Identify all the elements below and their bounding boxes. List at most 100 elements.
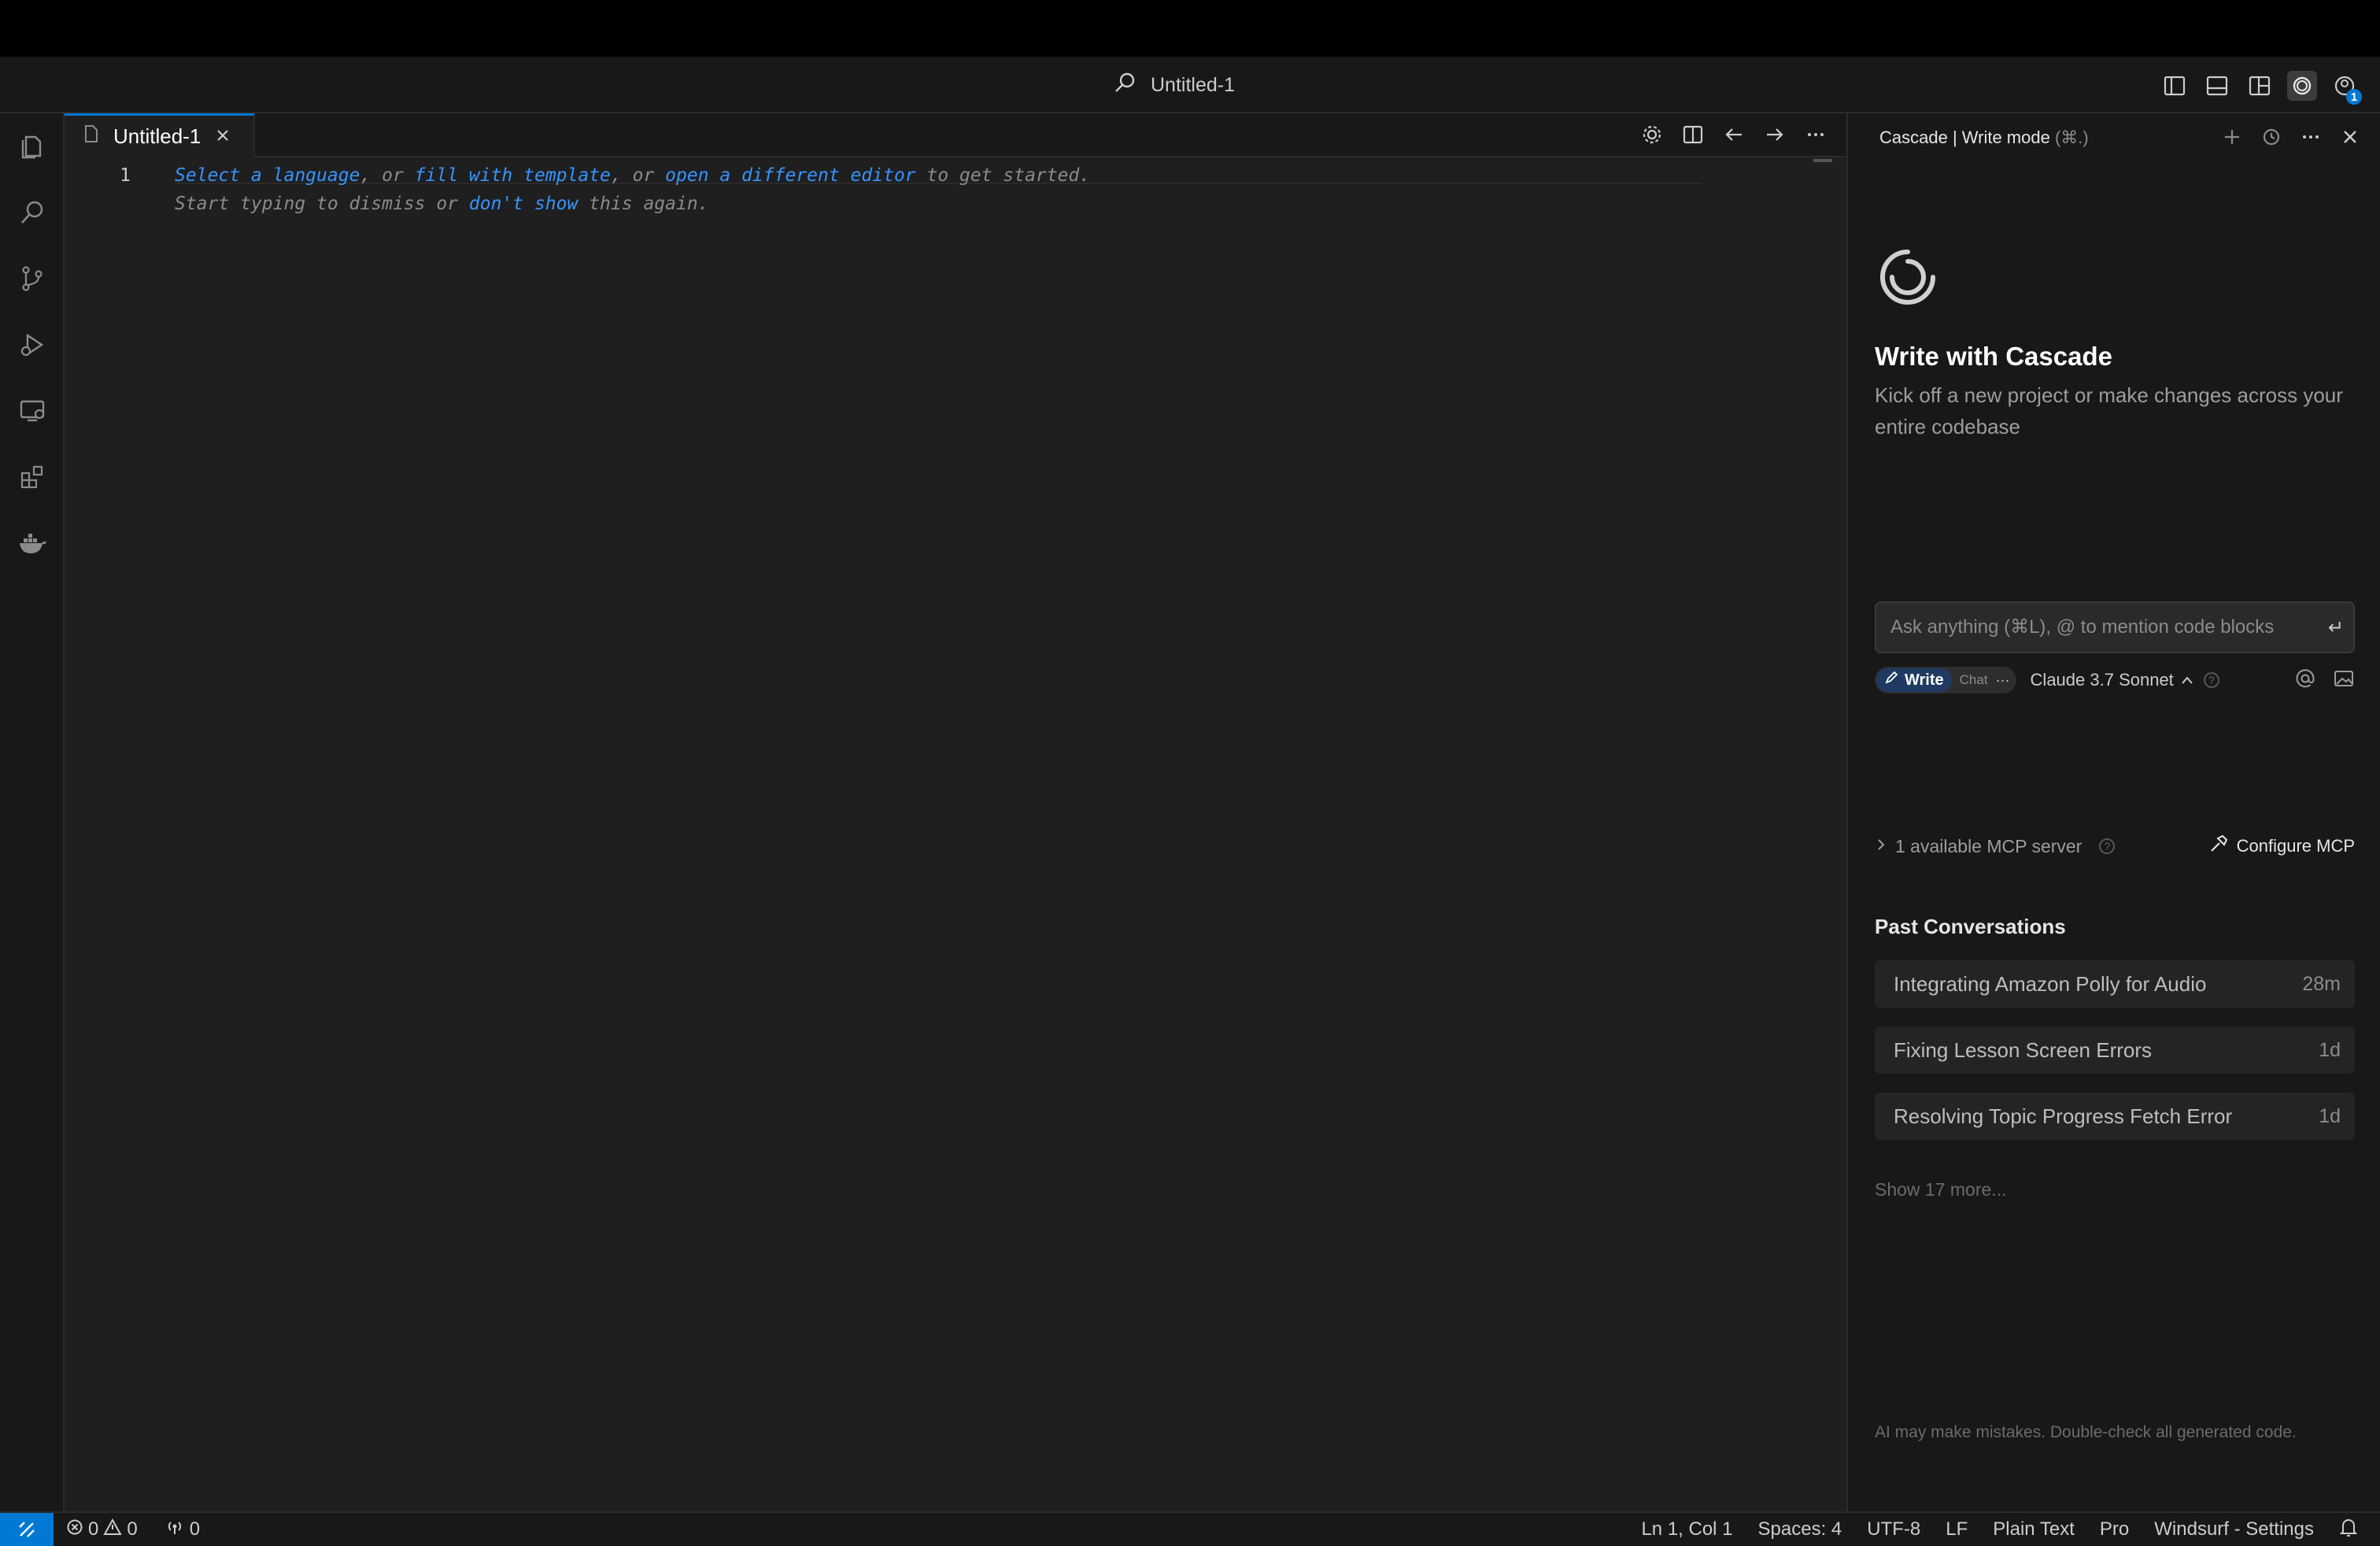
ask-input[interactable] — [1876, 616, 2319, 639]
more-actions-icon[interactable] — [1802, 121, 1829, 148]
ask-box: ↵ — [1875, 601, 2355, 653]
cascade-header-shortcut: (⌘.) — [2054, 128, 2089, 147]
broadcast-icon — [164, 1518, 185, 1541]
editor-area: Untitled-1 1 Select a language , or fill… — [65, 113, 1846, 1511]
language-mode[interactable]: Plain Text — [1993, 1518, 2075, 1540]
more-icon[interactable] — [2298, 124, 2323, 150]
image-upload-icon[interactable] — [2333, 668, 2355, 693]
cascade-subtitle: Kick off a new project or make changes a… — [1875, 383, 2343, 438]
file-icon — [83, 124, 99, 149]
cascade-logo-icon — [1876, 246, 1939, 313]
past-conversations-title: Past Conversations — [1875, 915, 2066, 938]
arrow-left-icon[interactable] — [1720, 121, 1747, 148]
close-icon[interactable] — [2338, 124, 2363, 150]
warning-count: 0 — [127, 1518, 138, 1540]
split-editor-icon[interactable] — [1680, 121, 1706, 148]
run-debug-icon[interactable] — [15, 327, 50, 362]
error-count: 0 — [88, 1518, 99, 1540]
bell-icon[interactable] — [2339, 1517, 2358, 1543]
hint-text: this again. — [578, 194, 709, 214]
conversation-item[interactable]: Integrating Amazon Polly for Audio 28m — [1875, 960, 2355, 1008]
cursor-position[interactable]: Ln 1, Col 1 — [1641, 1518, 1732, 1540]
toggle-primary-sidebar-icon[interactable] — [2160, 71, 2190, 101]
cascade-icon[interactable] — [2287, 71, 2317, 101]
enter-icon[interactable]: ↵ — [2319, 616, 2353, 639]
model-selector[interactable]: Claude 3.7 Sonnet — [2031, 670, 2194, 690]
command-center[interactable]: Untitled-1 — [1113, 71, 1235, 99]
status-bar: 0 0 0 Ln 1, Col 1 Spaces: 4 UTF-8 LF Pla… — [0, 1511, 2380, 1546]
mcp-row: 1 available MCP server ? Configure MCP — [1875, 833, 2355, 860]
hint-text: Start typing to dismiss or — [175, 194, 469, 214]
cascade-panel: Cascade | Write mode (⌘.) Write with Cas… — [1846, 113, 2380, 1511]
model-help-icon[interactable]: ? — [2203, 672, 2219, 688]
docker-icon[interactable] — [15, 526, 50, 560]
encoding[interactable]: UTF-8 — [1867, 1518, 1920, 1540]
arrow-right-icon[interactable] — [1761, 121, 1788, 148]
activity-bar — [0, 113, 65, 1511]
empty-editor-hint-line-1: Select a language, or fill with template… — [175, 162, 1090, 189]
warning-icon — [103, 1518, 123, 1541]
conversation-title: Resolving Topic Progress Fetch Error — [1894, 1104, 2233, 1128]
search-icon[interactable] — [15, 195, 50, 230]
extensions-icon[interactable] — [15, 460, 50, 494]
ports-indicator[interactable]: 0 — [164, 1518, 200, 1541]
hint-text: , or — [360, 165, 415, 186]
conversation-title: Fixing Lesson Screen Errors — [1894, 1037, 2153, 1062]
tab-bar: Untitled-1 — [65, 113, 1846, 157]
account-icon[interactable]: 1 — [2330, 71, 2362, 105]
tab-untitled-1[interactable]: Untitled-1 — [65, 113, 255, 157]
select-language-link[interactable]: Select a language — [175, 165, 360, 186]
edit-icon — [1884, 671, 1898, 690]
cascade-header-title: Cascade | Write mode — [1879, 128, 2050, 147]
remote-indicator-icon[interactable] — [0, 1513, 54, 1546]
mode-toggle: Write Chat ··· — [1875, 667, 2016, 693]
history-icon[interactable] — [2259, 124, 2284, 150]
dont-show-link[interactable]: don't show — [469, 194, 578, 214]
empty-editor-hint-line-2: Start typing to dismiss or don't show th… — [175, 190, 709, 217]
fill-template-link[interactable]: fill with template — [415, 165, 611, 186]
line-number: 1 — [120, 165, 131, 186]
conversation-item[interactable]: Fixing Lesson Screen Errors 1d — [1875, 1026, 2355, 1074]
remote-explorer-icon[interactable] — [15, 394, 50, 428]
chevron-up-icon — [2180, 670, 2194, 690]
write-mode-label: Write — [1905, 671, 1944, 689]
chevron-right-icon — [1875, 836, 1887, 857]
mode-more-button[interactable]: ··· — [1996, 672, 2010, 689]
conversation-item[interactable]: Resolving Topic Progress Fetch Error 1d — [1875, 1093, 2355, 1140]
configure-mcp-label: Configure MCP — [2236, 836, 2355, 856]
model-name: Claude 3.7 Sonnet — [2030, 670, 2174, 690]
search-icon — [1113, 71, 1136, 100]
show-more-link[interactable]: Show 17 more... — [1875, 1179, 2006, 1200]
mention-icon[interactable] — [2295, 668, 2315, 693]
account-badge: 1 — [2346, 89, 2362, 105]
error-icon — [66, 1518, 83, 1541]
conversation-time: 1d — [2319, 1104, 2341, 1127]
conversation-time: 28m — [2302, 972, 2341, 995]
scrollbar[interactable] — [1813, 159, 1832, 162]
conversation-time: 1d — [2319, 1038, 2341, 1061]
toggle-panel-icon[interactable] — [2202, 71, 2232, 101]
mcp-help-icon[interactable]: ? — [2099, 838, 2116, 854]
command-center-label: Untitled-1 — [1151, 73, 1235, 96]
hint-text: to get started. — [915, 165, 1091, 186]
customize-layout-icon[interactable] — [2245, 71, 2275, 101]
close-icon[interactable] — [215, 124, 231, 149]
ports-count: 0 — [189, 1518, 201, 1540]
new-conversation-icon[interactable] — [2219, 124, 2245, 150]
chat-mode-button[interactable]: Chat — [1960, 672, 1988, 688]
write-mode-button[interactable]: Write — [1876, 668, 1952, 692]
end-of-line[interactable]: LF — [1946, 1518, 1968, 1540]
indentation[interactable]: Spaces: 4 — [1758, 1518, 1842, 1540]
configure-mcp-button[interactable]: Configure MCP — [2208, 834, 2355, 859]
mcp-server-toggle[interactable]: 1 available MCP server ? — [1875, 836, 2116, 857]
plan-indicator[interactable]: Pro — [2100, 1518, 2129, 1540]
problems-indicator[interactable]: 0 0 — [66, 1518, 138, 1541]
cascade-title: Write with Cascade — [1875, 342, 2112, 371]
open-editor-link[interactable]: open a different editor — [665, 165, 916, 186]
cascade-header: Cascade | Write mode (⌘.) — [1879, 128, 2089, 148]
source-control-icon[interactable] — [15, 261, 50, 296]
windsurf-settings[interactable]: Windsurf - Settings — [2154, 1518, 2314, 1540]
gear-icon[interactable] — [1639, 121, 1665, 148]
explorer-icon[interactable] — [15, 129, 50, 164]
tab-label: Untitled-1 — [113, 124, 201, 148]
